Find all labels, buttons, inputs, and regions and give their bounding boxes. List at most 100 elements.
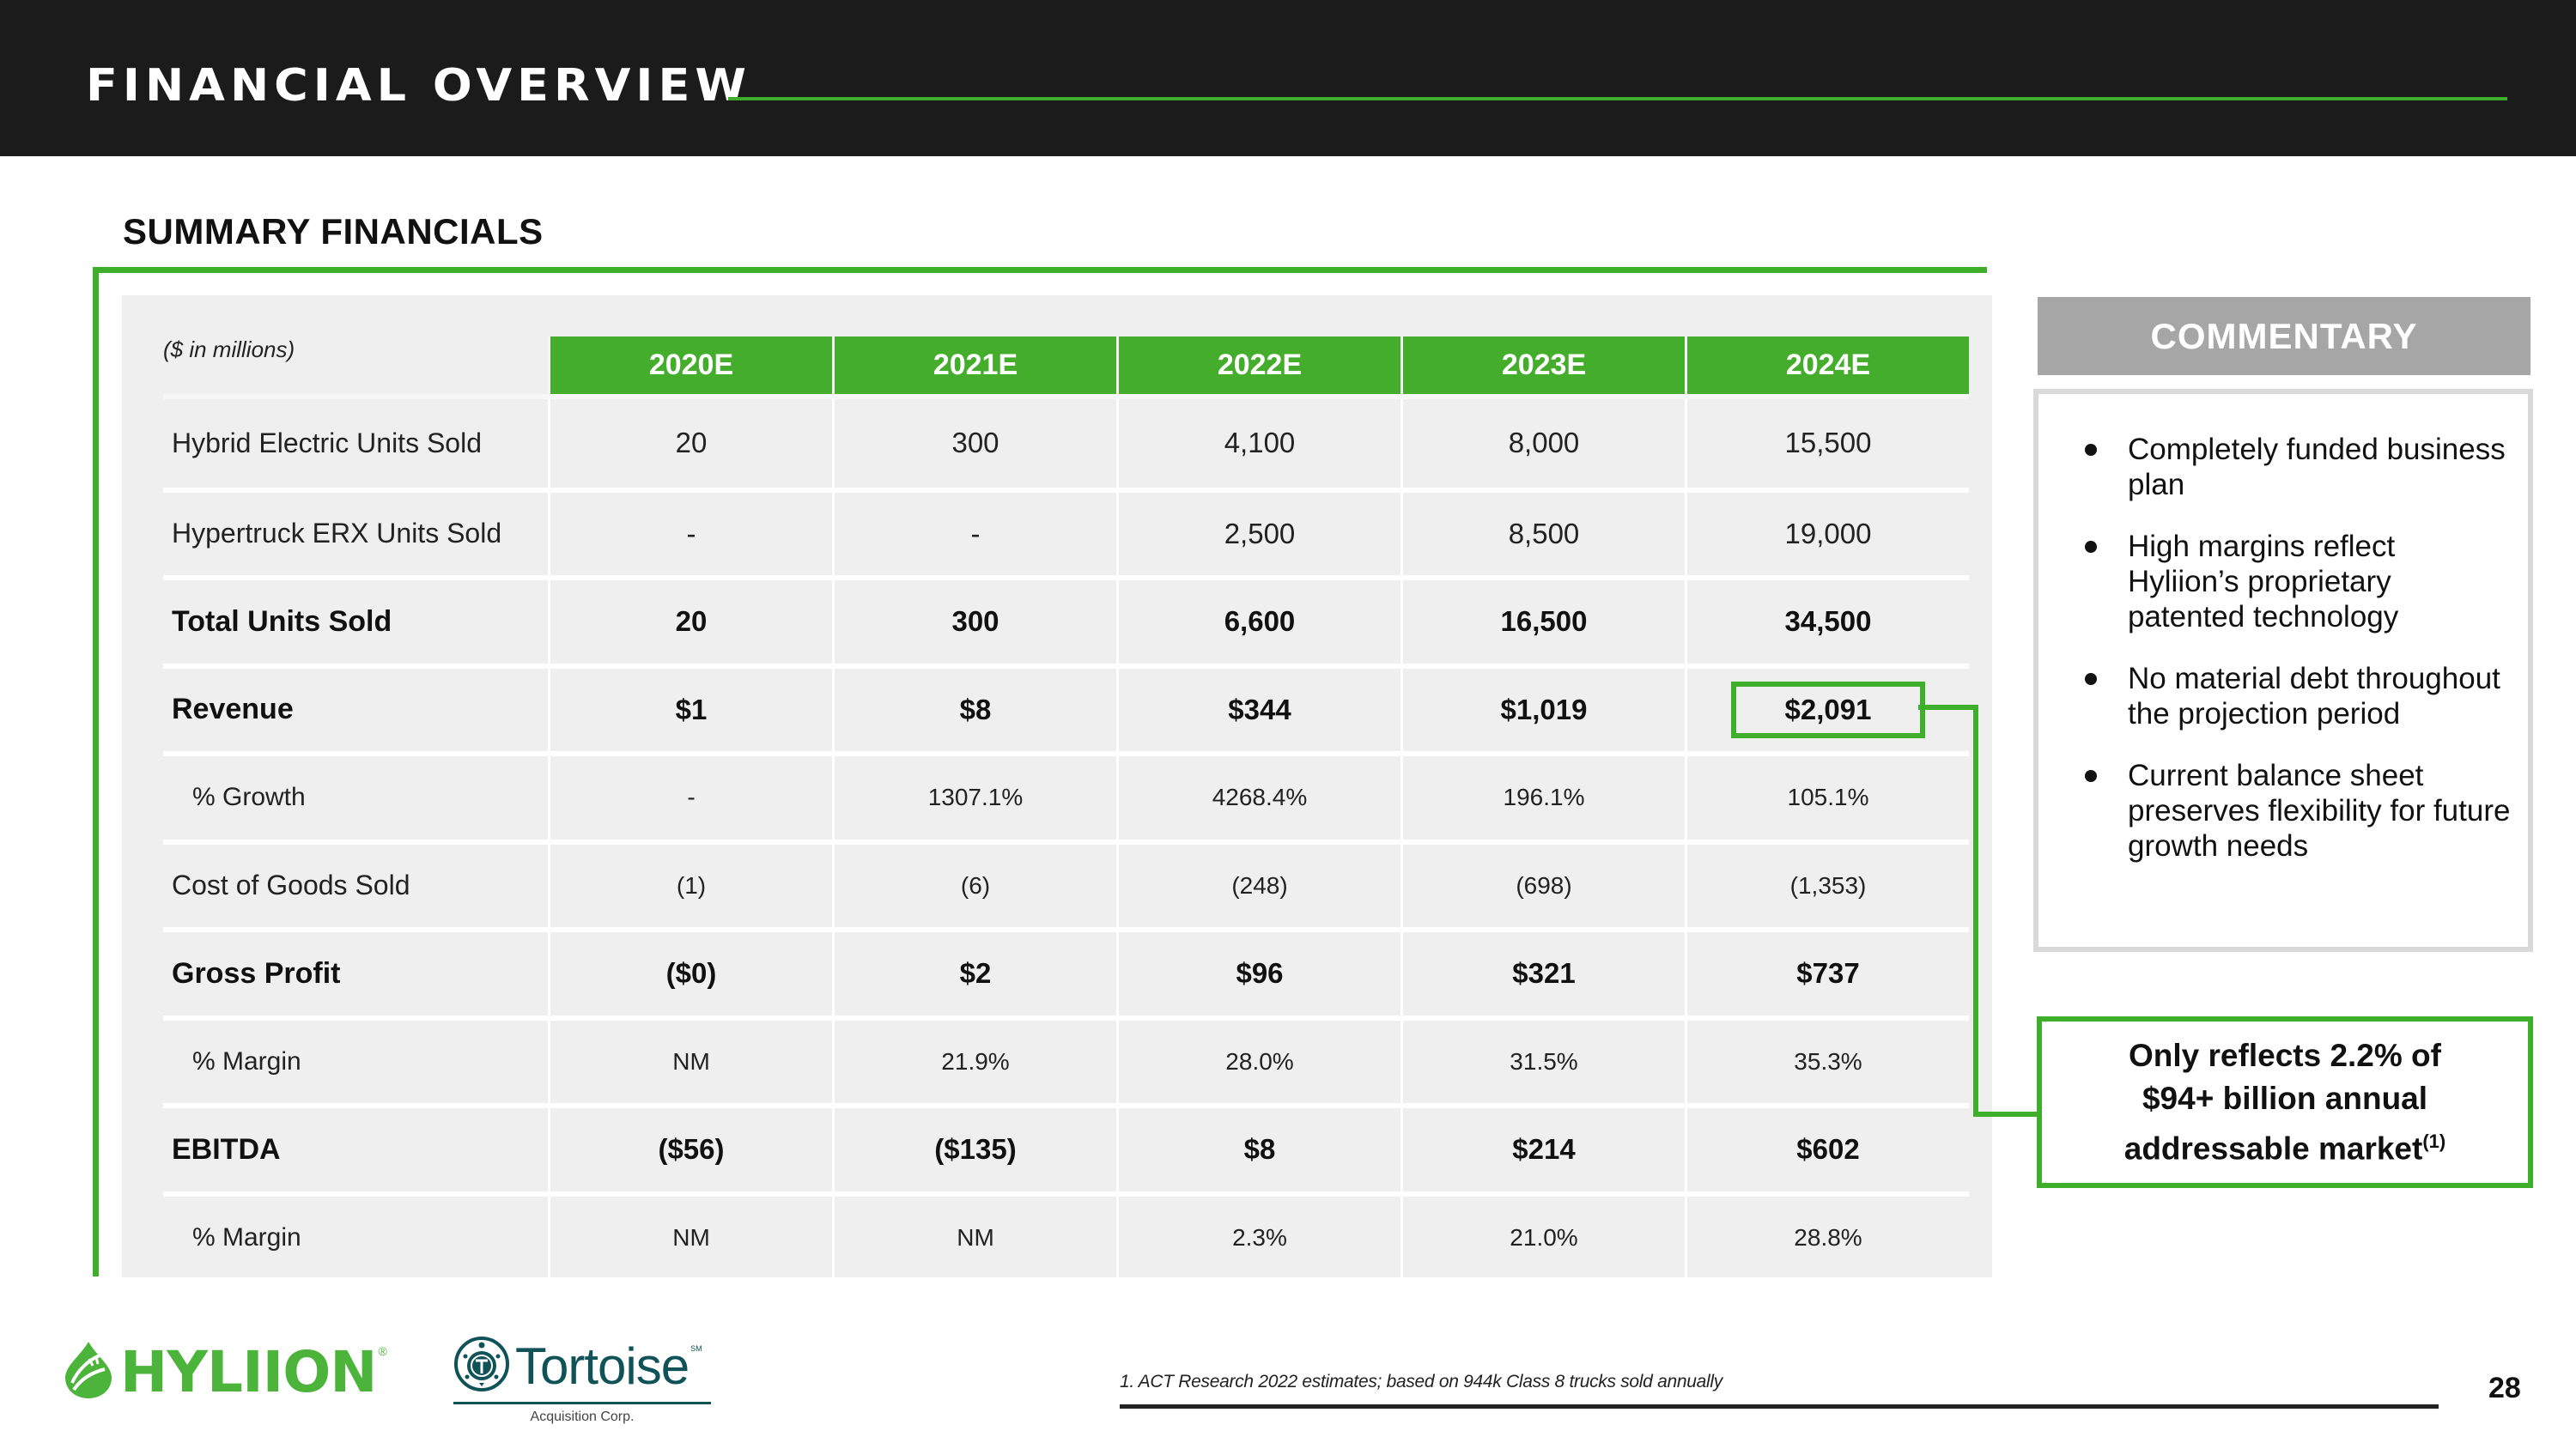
- commentary-text: Completely funded business plan: [2128, 433, 2506, 501]
- table-cell: 21.0%: [1400, 1191, 1685, 1279]
- table-frame-top: [93, 267, 1987, 273]
- commentary-list: Completely funded business plan High mar…: [2081, 432, 2511, 890]
- leaf-drop-icon: [62, 1340, 115, 1404]
- table-cell: 31.5%: [1400, 1015, 1685, 1103]
- column-header: 2023E: [1400, 336, 1685, 399]
- table-cell: 20: [548, 575, 832, 664]
- bullet-icon: [2085, 541, 2097, 553]
- table-cell: $1,019: [1400, 663, 1685, 751]
- table-cell: $96: [1116, 927, 1400, 1016]
- table-cell: -: [548, 751, 832, 840]
- table-cell: (6): [832, 839, 1116, 927]
- commentary-item: No material debt throughout the projecti…: [2081, 661, 2511, 731]
- tortoise-divider: [453, 1402, 711, 1404]
- table-row-gross-profit: Gross Profit ($0) $2 $96 $321 $737: [163, 927, 1969, 1016]
- table-cell: 28.8%: [1685, 1191, 1969, 1279]
- table-cell: $8: [1116, 1103, 1400, 1191]
- row-label: Gross Profit: [163, 927, 548, 1016]
- table-row-total-units: Total Units Sold 20 300 6,600 16,500 34,…: [163, 575, 1969, 664]
- table-cell: 1307.1%: [832, 751, 1116, 840]
- table-cell: 15,500: [1685, 399, 1969, 488]
- bullet-icon: [2085, 444, 2097, 456]
- commentary-text: No material debt throughout the projecti…: [2128, 662, 2500, 731]
- connector-line: [1918, 705, 1978, 710]
- table-cell: 4,100: [1116, 399, 1400, 488]
- connector-line: [1973, 705, 1978, 1117]
- table-cell: 35.3%: [1685, 1015, 1969, 1103]
- table-cell: $2: [832, 927, 1116, 1016]
- row-label: Hybrid Electric Units Sold: [172, 427, 482, 458]
- table-row-hypertruck-units: Hypertruck ERX Units Sold - - 2,500 8,50…: [163, 487, 1969, 576]
- table-cell: 300: [832, 575, 1116, 664]
- table-cell: 16,500: [1400, 575, 1685, 664]
- table-row-ebitda: EBITDA ($56) ($135) $8 $214 $602: [163, 1103, 1969, 1191]
- commentary-text: High margins reflect Hyliion’s proprieta…: [2128, 530, 2399, 634]
- table-cell: 4268.4%: [1116, 751, 1400, 840]
- row-label: Total Units Sold: [163, 575, 548, 664]
- table-cell: (248): [1116, 839, 1400, 927]
- table-row-gross-margin: % Margin NM 21.9% 28.0% 31.5% 35.3%: [163, 1015, 1969, 1104]
- commentary-item: High margins reflect Hyliion’s proprieta…: [2081, 529, 2511, 634]
- header-bar: FINANCIAL OVERVIEW: [0, 0, 2576, 156]
- commentary-box: Completely funded business plan High mar…: [2033, 389, 2533, 952]
- table-cell: ($0): [548, 927, 832, 1016]
- table-cell: $344: [1116, 663, 1400, 751]
- row-label: % Growth: [163, 751, 548, 840]
- table-cell: 6,600: [1116, 575, 1400, 664]
- table-row-hybrid-units: Hybrid Electric Units Sold 20 300 4,100 …: [163, 399, 1969, 488]
- row-label: Hypertruck ERX Units Sold: [163, 487, 548, 576]
- table-cell: 2,500: [1116, 487, 1400, 575]
- bullet-icon: [2085, 673, 2097, 685]
- table-cell: 34,500: [1685, 575, 1969, 664]
- service-mark: SM: [690, 1344, 702, 1353]
- row-label: % Margin: [163, 1015, 548, 1104]
- footer-divider: [1120, 1404, 2439, 1409]
- table-cell: -: [548, 487, 832, 575]
- page-number: 28: [2488, 1372, 2521, 1404]
- table-cell: $8: [832, 663, 1116, 751]
- registered-mark: ®: [378, 1344, 387, 1358]
- table-cell: ($135): [832, 1103, 1116, 1191]
- tortoise-logo-top: Tortoise SM: [453, 1336, 716, 1397]
- section-title: SUMMARY FINANCIALS: [123, 211, 544, 252]
- connector-line: [1973, 1112, 2038, 1117]
- row-label: Revenue: [163, 663, 548, 752]
- summary-financials-table: 2020E 2021E 2022E 2023E 2024E Hybrid Ele…: [163, 336, 1969, 1279]
- callout-line-3: addressable market: [2123, 1131, 2423, 1167]
- table-cell: NM: [548, 1015, 832, 1103]
- commentary-header: COMMENTARY: [2038, 297, 2530, 375]
- table-cell: $602: [1685, 1103, 1969, 1191]
- hyliion-wordmark: HYLIION: [120, 1339, 378, 1405]
- header-divider: [728, 97, 2507, 100]
- table-row-ebitda-margin: % Margin NM NM 2.3% 21.0% 28.8%: [163, 1191, 1969, 1280]
- column-header: 2024E: [1685, 336, 1969, 399]
- table-row-cogs: Cost of Goods Sold (1) (6) (248) (698) (…: [163, 839, 1969, 927]
- table-cell: 19,000: [1685, 487, 1969, 575]
- table-cell: $321: [1400, 927, 1685, 1016]
- table-cell: $1: [548, 663, 832, 751]
- table-row-revenue: Revenue $1 $8 $344 $1,019 $2,091: [163, 663, 1969, 752]
- table-cell: 196.1%: [1400, 751, 1685, 840]
- callout-line-2: $94+ billion annual: [2142, 1080, 2428, 1116]
- table-cell: 8,000: [1400, 399, 1685, 488]
- table-cell: (1,353): [1685, 839, 1969, 927]
- table-cell: ($56): [548, 1103, 832, 1191]
- table-cell: 21.9%: [832, 1015, 1116, 1103]
- table-header-row: 2020E 2021E 2022E 2023E 2024E: [163, 336, 1969, 399]
- table-frame-left: [93, 267, 99, 1276]
- table-cell: 2.3%: [1116, 1191, 1400, 1279]
- page-title: FINANCIAL OVERVIEW: [86, 59, 751, 112]
- table-cell: 20: [548, 399, 832, 488]
- footnote-ref: (1): [2422, 1130, 2446, 1152]
- market-callout: Only reflects 2.2% of $94+ billion annua…: [2037, 1016, 2533, 1188]
- tortoise-wordmark: Tortoise: [515, 1337, 690, 1395]
- table-cell: NM: [832, 1191, 1116, 1279]
- table-row-revenue-growth: % Growth - 1307.1% 4268.4% 196.1% 105.1%: [163, 751, 1969, 840]
- callout-text: Only reflects 2.2% of $94+ billion annua…: [2062, 1034, 2508, 1170]
- row-label: % Margin: [163, 1191, 548, 1280]
- table-cell: (698): [1400, 839, 1685, 927]
- commentary-item: Completely funded business plan: [2081, 432, 2511, 502]
- commentary-item: Current balance sheet preserves flexibil…: [2081, 758, 2511, 864]
- table-cell: 8,500: [1400, 487, 1685, 575]
- table-cell: 300: [832, 399, 1116, 488]
